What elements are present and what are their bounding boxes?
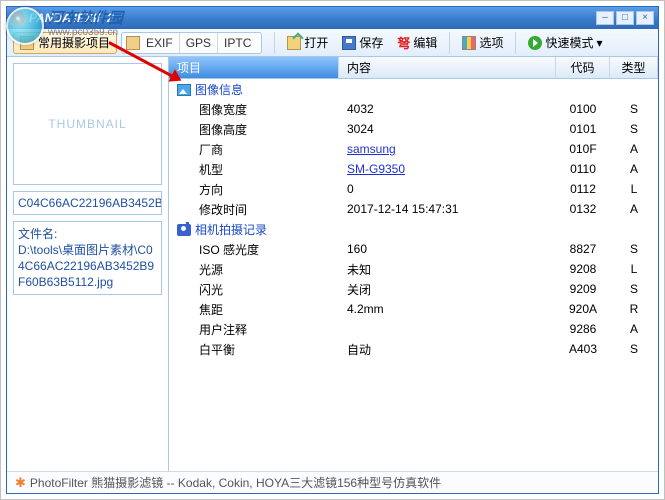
table-row[interactable]: 图像高度30240101S	[169, 119, 658, 139]
tab-iptc[interactable]: IPTC	[217, 33, 257, 53]
table-row[interactable]: 厂商samsung010FA	[169, 139, 658, 159]
statusbar: ✱ PhotoFilter 熊猫摄影滤镜 -- Kodak, Cokin, HO…	[7, 471, 658, 493]
table-row[interactable]: 用户注释9286A	[169, 319, 658, 339]
folder-open-icon	[287, 36, 301, 50]
camera-icon	[177, 224, 191, 236]
thumbnail-box[interactable]: THUMBNAIL	[13, 63, 162, 185]
toolbar: 常用摄影项目 EXIF GPS IPTC 打开 保存 弩 编辑 选项 快	[7, 29, 658, 57]
table-row[interactable]: 机型SM-G93500110A	[169, 159, 658, 179]
close-button[interactable]: ×	[636, 11, 654, 25]
save-button[interactable]: 保存	[336, 32, 389, 54]
group-row[interactable]: 相机拍摄记录	[169, 219, 658, 239]
table-row[interactable]: 焦距4.2mm920AR	[169, 299, 658, 319]
table-row[interactable]: 白平衡自动A403S	[169, 339, 658, 359]
options-icon	[462, 36, 476, 50]
grid-body[interactable]: 图像信息图像宽度40320100S图像高度30240101S厂商samsung0…	[169, 79, 658, 471]
table-row[interactable]: 光源未知9208L	[169, 259, 658, 279]
open-button[interactable]: 打开	[281, 32, 334, 54]
box-icon	[126, 36, 140, 50]
grid-header: 项目 内容 代码 类型	[169, 57, 658, 79]
tab-common-exif[interactable]: 常用摄影项目	[13, 32, 117, 54]
col-header-item[interactable]: 项目	[169, 57, 339, 78]
separator	[449, 32, 450, 54]
app-window: ● PANDA IEXIF 2 – □ × 常用摄影项目 EXIF GPS IP…	[6, 6, 659, 494]
group-row[interactable]: 图像信息	[169, 79, 658, 99]
link-value[interactable]: SM-G9350	[347, 162, 405, 176]
edit-button[interactable]: 弩 编辑	[391, 32, 443, 54]
tab-group: EXIF GPS IPTC	[121, 32, 262, 54]
titlebar: ● PANDA IEXIF 2 – □ ×	[7, 7, 658, 29]
table-row[interactable]: 方向00112L	[169, 179, 658, 199]
col-header-content[interactable]: 内容	[339, 57, 556, 78]
table-row[interactable]: 修改时间2017-12-14 15:47:310132A	[169, 199, 658, 219]
box-icon	[20, 36, 34, 50]
image-icon	[177, 84, 191, 96]
link-value[interactable]: samsung	[347, 142, 396, 156]
fast-mode-button[interactable]: 快速模式▾	[522, 32, 608, 54]
table-row[interactable]: 图像宽度40320100S	[169, 99, 658, 119]
col-header-type[interactable]: 类型	[610, 57, 658, 78]
separator	[274, 32, 275, 54]
table-row[interactable]: 闪光关闭9209S	[169, 279, 658, 299]
col-header-code[interactable]: 代码	[556, 57, 610, 78]
minimize-button[interactable]: –	[596, 11, 614, 25]
hash-value: C04C66AC22196AB3452B9	[13, 191, 162, 215]
edit-icon: 弩	[397, 33, 410, 52]
filename-box: 文件名: D:\tools\桌面图片素材\C04C66AC22196AB3452…	[13, 221, 162, 295]
separator	[515, 32, 516, 54]
save-icon	[342, 36, 356, 50]
app-icon: ●	[11, 11, 25, 25]
flower-icon: ✱	[15, 475, 26, 491]
maximize-button[interactable]: □	[616, 11, 634, 25]
window-title: PANDA IEXIF 2	[29, 11, 114, 25]
sidebar: THUMBNAIL C04C66AC22196AB3452B9 文件名: D:\…	[7, 57, 169, 471]
statusbar-text: PhotoFilter 熊猫摄影滤镜 -- Kodak, Cokin, HOYA…	[30, 474, 441, 491]
tab-gps[interactable]: GPS	[179, 33, 217, 53]
table-row[interactable]: ISO 感光度1608827S	[169, 239, 658, 259]
options-button[interactable]: 选项	[456, 32, 509, 54]
play-icon	[528, 36, 542, 50]
grid: 项目 内容 代码 类型 图像信息图像宽度40320100S图像高度3024010…	[169, 57, 658, 471]
tab-exif[interactable]: EXIF	[140, 33, 179, 53]
